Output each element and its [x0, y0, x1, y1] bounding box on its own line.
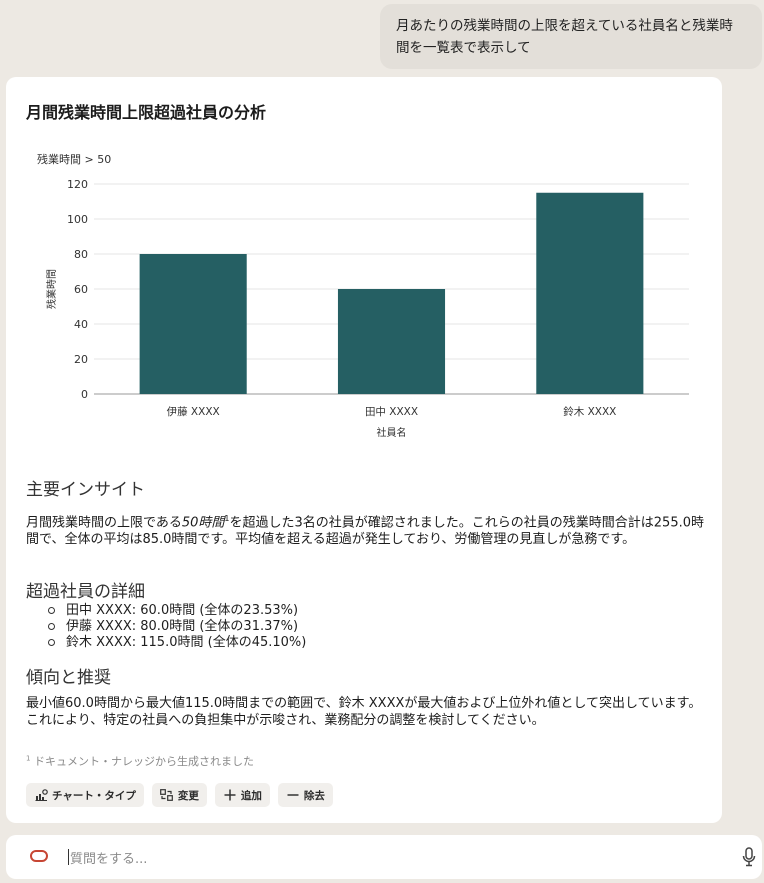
chart-x-axis-label: 社員名 — [377, 426, 407, 439]
trends-paragraph: 最小値60.0時間から最大値115.0時間までの範囲で、鈴木 XXXXが最大値お… — [26, 696, 702, 728]
user-message-text: 月あたりの残業時間の上限を超えている社員名と残業時間を一覧表で表示して — [396, 18, 733, 56]
chart-y-tick-label: 120 — [67, 178, 88, 191]
chart-y-tick-label: 80 — [74, 248, 88, 261]
plus-icon — [223, 789, 237, 801]
swap-icon — [160, 789, 174, 801]
details-heading: 超過社員の詳細 — [26, 582, 145, 602]
chart-y-tick-label: 100 — [67, 213, 88, 226]
chart-x-tick-label: 田中 XXXX — [365, 405, 418, 418]
chart-y-tick-label: 20 — [74, 353, 88, 366]
chart-y-tick-label: 40 — [74, 318, 88, 331]
chat-page: 月あたりの残業時間の上限を超えている社員名と残業時間を一覧表で表示して 月間残業… — [0, 0, 764, 883]
chat-input-bar: 質問をする... — [6, 835, 762, 879]
question-input[interactable]: 質問をする... — [68, 845, 728, 869]
question-input-placeholder: 質問をする... — [70, 851, 148, 867]
add-button[interactable]: 追加 — [214, 783, 270, 807]
chart-y-tick-label: 60 — [74, 283, 88, 296]
insights-heading: 主要インサイト — [26, 480, 145, 500]
chart-bar — [337, 289, 446, 394]
chart-x-tick-label: 伊藤 XXXX — [167, 406, 220, 418]
chart-x-tick-labels: 伊藤 XXXX 田中 XXXX 鈴木 XXXX — [167, 405, 617, 418]
chart-type-button[interactable]: チャート・タイプ — [26, 783, 144, 807]
chart-title: 残業時間 > 50 — [37, 152, 111, 166]
insights-limit-value: 50時間 — [181, 515, 225, 531]
footnote-text: ドキュメント・ナレッジから生成されました — [33, 755, 254, 768]
chart-settings-icon — [34, 789, 48, 801]
insights-text-before: 月間残業時間の上限である — [26, 515, 182, 531]
footnote: 1 ドキュメント・ナレッジから生成されました — [26, 753, 254, 769]
change-label: 変更 — [177, 789, 199, 802]
list-item: 田中 XXXX: 60.0時間 (全体の23.53%) — [46, 603, 306, 619]
chart-bar — [536, 192, 644, 394]
list-item: 鈴木 XXXX: 115.0時間 (全体の45.10%) — [46, 635, 306, 651]
oracle-logo-icon — [30, 850, 48, 862]
action-bar: チャート・タイプ 変更 追加 除去 — [26, 783, 333, 807]
chart-bar — [139, 254, 247, 394]
microphone-icon[interactable] — [742, 847, 756, 867]
chart-y-tick-label: 0 — [81, 388, 88, 401]
remove-label: 除去 — [303, 789, 325, 802]
chart-y-tick-labels: 0 20 40 60 80 100 120 — [67, 178, 88, 401]
response-card: 月間残業時間上限超過社員の分析 残業時間 > 50 0 20 40 60 80 100 12… — [6, 77, 722, 823]
remove-button[interactable]: 除去 — [277, 783, 333, 807]
footnote-marker: 1 — [26, 754, 31, 763]
change-button[interactable]: 変更 — [151, 783, 207, 807]
response-title: 月間残業時間上限超過社員の分析 — [26, 103, 267, 122]
text-caret — [68, 849, 69, 865]
bar-chart: 残業時間 > 50 0 20 40 60 80 100 120 伊藤 XXXX 田中 XXXX… — [6, 147, 722, 447]
details-list: 田中 XXXX: 60.0時間 (全体の23.53%) 伊藤 XXXX: 80.… — [46, 603, 306, 651]
user-message-bubble: 月あたりの残業時間の上限を超えている社員名と残業時間を一覧表で表示して — [380, 4, 762, 69]
chart-y-axis-label: 残業時間 — [45, 269, 58, 309]
bar-chart-svg: 残業時間 > 50 0 20 40 60 80 100 120 伊藤 XXXX 田中 XXXX… — [37, 152, 689, 439]
insights-paragraph: 月間残業時間の上限である50時間1を超過した3名の社員が確認されました。これらの… — [26, 511, 706, 548]
add-label: 追加 — [240, 789, 262, 802]
chart-bars — [139, 192, 644, 394]
trends-heading: 傾向と推奨 — [26, 668, 111, 688]
chart-x-tick-label: 鈴木 XXXX — [563, 405, 616, 418]
chart-type-label: チャート・タイプ — [52, 789, 136, 802]
minus-icon — [286, 789, 300, 801]
list-item: 伊藤 XXXX: 80.0時間 (全体の31.37%) — [46, 619, 306, 635]
